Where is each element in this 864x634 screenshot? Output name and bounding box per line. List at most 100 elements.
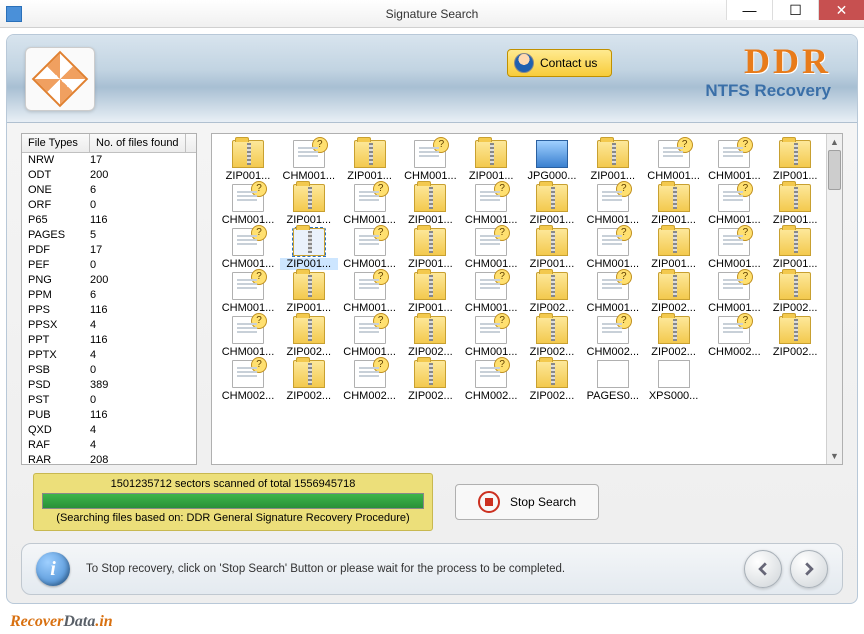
file-item[interactable]: ZIP002... — [765, 316, 825, 358]
file-item[interactable]: PAGES0... — [583, 360, 643, 402]
file-item[interactable]: ZIP001... — [765, 228, 825, 270]
file-item[interactable]: JPG000... — [522, 140, 582, 182]
col-file-types[interactable]: File Types — [22, 134, 90, 152]
file-type-row[interactable]: PUB116 — [22, 408, 196, 423]
file-type-row[interactable]: PPTX4 — [22, 348, 196, 363]
file-item[interactable]: ZIP001... — [461, 140, 521, 182]
file-item[interactable]: ZIP002... — [522, 272, 582, 314]
file-item[interactable]: CHM002... — [340, 360, 400, 402]
file-item[interactable]: ZIP001... — [218, 140, 278, 182]
close-button[interactable]: ✕ — [818, 0, 864, 20]
file-type-row[interactable]: ORF0 — [22, 198, 196, 213]
file-type-row[interactable]: PPM6 — [22, 288, 196, 303]
file-type-row[interactable]: PSB0 — [22, 363, 196, 378]
next-button[interactable] — [790, 550, 828, 588]
file-type-row[interactable]: P65116 — [22, 213, 196, 228]
stop-search-button[interactable]: Stop Search — [455, 484, 599, 520]
file-type-row[interactable]: PNG200 — [22, 273, 196, 288]
results-grid[interactable]: ZIP001...CHM001...ZIP001...CHM001...ZIP0… — [212, 134, 842, 408]
file-item[interactable]: CHM001... — [340, 184, 400, 226]
chm-file-icon — [354, 228, 386, 256]
file-item[interactable]: ZIP001... — [765, 184, 825, 226]
file-item[interactable]: CHM002... — [704, 316, 764, 358]
file-item[interactable]: ZIP002... — [644, 316, 704, 358]
file-item[interactable]: ZIP002... — [522, 316, 582, 358]
file-item[interactable]: ZIP001... — [644, 228, 704, 270]
file-item[interactable]: ZIP002... — [765, 272, 825, 314]
file-item[interactable]: ZIP001... — [765, 140, 825, 182]
file-item[interactable]: ZIP001... — [279, 184, 339, 226]
file-item[interactable]: CHM001... — [279, 140, 339, 182]
file-type-row[interactable]: PPS116 — [22, 303, 196, 318]
file-item[interactable]: CHM001... — [704, 140, 764, 182]
minimize-button[interactable]: — — [726, 0, 772, 20]
file-type-row[interactable]: NRW17 — [22, 153, 196, 168]
file-item[interactable]: CHM001... — [218, 184, 278, 226]
file-item[interactable]: CHM001... — [583, 184, 643, 226]
file-item[interactable]: ZIP001... — [583, 140, 643, 182]
scroll-thumb[interactable] — [828, 150, 841, 190]
file-type-row[interactable]: PDF17 — [22, 243, 196, 258]
col-files-found[interactable]: No. of files found — [90, 134, 186, 152]
file-item[interactable]: CHM001... — [704, 228, 764, 270]
file-types-list[interactable]: NRW17ODT200ONE6ORF0P65116PAGES5PDF17PEF0… — [22, 153, 196, 465]
file-item[interactable]: CHM002... — [461, 360, 521, 402]
file-item[interactable]: CHM001... — [583, 272, 643, 314]
contact-us-button[interactable]: Contact us — [507, 49, 612, 77]
file-item[interactable]: ZIP001... — [400, 184, 460, 226]
file-item[interactable]: CHM001... — [644, 140, 704, 182]
file-item[interactable]: CHM001... — [461, 184, 521, 226]
file-item[interactable]: ZIP002... — [279, 316, 339, 358]
file-item[interactable]: ZIP001... — [340, 140, 400, 182]
scroll-down-icon[interactable]: ▼ — [827, 448, 842, 464]
file-item[interactable]: ZIP002... — [644, 272, 704, 314]
file-type-row[interactable]: PPSX4 — [22, 318, 196, 333]
file-item[interactable]: ZIP002... — [522, 360, 582, 402]
file-item[interactable]: ZIP002... — [400, 360, 460, 402]
file-type-row[interactable]: QXD4 — [22, 423, 196, 438]
chm-file-icon — [475, 184, 507, 212]
file-item[interactable]: ZIP001... — [522, 228, 582, 270]
file-type-row[interactable]: RAF4 — [22, 438, 196, 453]
file-item[interactable]: ZIP001... — [279, 228, 339, 270]
file-label: CHM002... — [219, 390, 277, 402]
file-item[interactable]: CHM002... — [583, 316, 643, 358]
file-type-row[interactable]: PPT116 — [22, 333, 196, 348]
file-type-row[interactable]: PST0 — [22, 393, 196, 408]
file-item[interactable]: CHM001... — [461, 272, 521, 314]
file-item[interactable]: CHM001... — [704, 184, 764, 226]
file-type-row[interactable]: ODT200 — [22, 168, 196, 183]
file-item[interactable]: ZIP001... — [279, 272, 339, 314]
file-item[interactable]: CHM001... — [218, 316, 278, 358]
file-item[interactable]: CHM001... — [704, 272, 764, 314]
zip-file-icon — [658, 228, 690, 256]
file-item[interactable]: CHM001... — [340, 316, 400, 358]
file-item[interactable]: CHM001... — [218, 228, 278, 270]
file-item[interactable]: CHM002... — [218, 360, 278, 402]
file-item[interactable]: CHM001... — [400, 140, 460, 182]
zip-file-icon — [536, 272, 568, 300]
file-type-row[interactable]: RAR208 — [22, 453, 196, 465]
file-item[interactable]: ZIP001... — [644, 184, 704, 226]
file-item[interactable]: CHM001... — [461, 316, 521, 358]
file-item[interactable]: CHM001... — [218, 272, 278, 314]
prev-button[interactable] — [744, 550, 782, 588]
file-item[interactable]: ZIP001... — [400, 272, 460, 314]
file-type-row[interactable]: PEF0 — [22, 258, 196, 273]
scroll-up-icon[interactable]: ▲ — [827, 134, 842, 150]
file-type-row[interactable]: PSD389 — [22, 378, 196, 393]
file-item[interactable]: ZIP002... — [279, 360, 339, 402]
file-item[interactable]: CHM001... — [461, 228, 521, 270]
file-item[interactable]: XPS000... — [644, 360, 704, 402]
file-type-row[interactable]: ONE6 — [22, 183, 196, 198]
file-item[interactable]: ZIP001... — [522, 184, 582, 226]
results-scrollbar[interactable]: ▲ ▼ — [826, 134, 842, 464]
file-type-row[interactable]: PAGES5 — [22, 228, 196, 243]
maximize-button[interactable]: ☐ — [772, 0, 818, 20]
file-item[interactable]: CHM001... — [340, 272, 400, 314]
zip-file-icon — [658, 272, 690, 300]
file-item[interactable]: ZIP001... — [400, 228, 460, 270]
file-item[interactable]: CHM001... — [583, 228, 643, 270]
file-item[interactable]: CHM001... — [340, 228, 400, 270]
file-item[interactable]: ZIP002... — [400, 316, 460, 358]
